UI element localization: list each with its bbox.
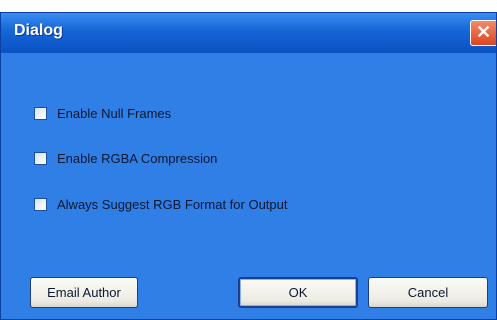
- dialog-body: Enable Null Frames Enable RGBA Compressi…: [1, 53, 496, 319]
- option-enable-rgba-compression[interactable]: Enable RGBA Compression: [34, 148, 217, 168]
- option-label: Enable RGBA Compression: [57, 150, 218, 166]
- checkbox[interactable]: [34, 151, 47, 165]
- option-enable-null-frames[interactable]: Enable Null Frames: [34, 103, 171, 123]
- option-label: Enable Null Frames: [57, 105, 172, 121]
- dialog-window: Dialog ✕ Enable Null Frames Enable RGBA …: [0, 12, 497, 320]
- option-label: Always Suggest RGB Format for Output: [57, 196, 288, 212]
- ok-button[interactable]: OK: [238, 277, 358, 308]
- dialog-title: Dialog: [14, 22, 63, 39]
- close-icon[interactable]: ✕: [470, 20, 496, 46]
- option-always-suggest-rgb-format[interactable]: Always Suggest RGB Format for Output: [34, 194, 287, 214]
- title-bar[interactable]: Dialog ✕: [1, 13, 496, 53]
- cancel-button[interactable]: Cancel: [368, 277, 488, 308]
- checkbox[interactable]: [34, 106, 47, 120]
- email-author-button[interactable]: Email Author: [30, 277, 138, 308]
- checkbox[interactable]: [34, 197, 47, 211]
